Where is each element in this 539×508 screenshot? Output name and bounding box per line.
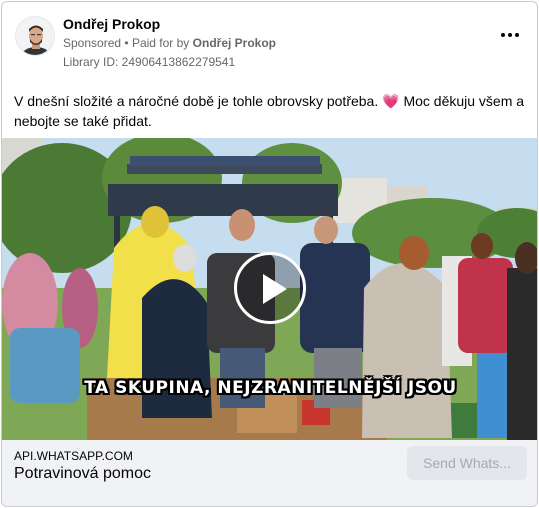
- library-id: Library ID: 24906413862279541: [63, 55, 236, 69]
- more-dot: [508, 33, 512, 37]
- paid-for-name[interactable]: Ondřej Prokop: [193, 36, 276, 50]
- post-text: V dnešní složité a náročné době je tohle…: [14, 91, 526, 131]
- video-thumbnail[interactable]: TA SKUPINA, NEJZRANITELNĚJŠÍ JSOU: [2, 138, 537, 440]
- author-avatar[interactable]: [15, 16, 55, 56]
- link-preview-footer[interactable]: API.WHATSAPP.COM Potravinová pomoc Send …: [2, 440, 537, 506]
- post-text-part-1: V dnešní složité a náročné době je tohle…: [14, 93, 379, 109]
- sponsored-post-card: Ondřej Prokop Sponsored • Paid for by On…: [1, 1, 538, 507]
- more-options-button[interactable]: [499, 30, 521, 40]
- video-caption: TA SKUPINA, NEJZRANITELNĚJŠÍ JSOU: [84, 378, 457, 398]
- link-title[interactable]: Potravinová pomoc: [14, 465, 151, 483]
- send-whatsapp-button[interactable]: Send Whats...: [407, 446, 527, 480]
- more-horizontal-icon: [501, 33, 505, 37]
- sponsored-label: Sponsored: [63, 36, 122, 50]
- paid-for-prefix: Paid for by: [131, 36, 190, 50]
- play-button[interactable]: [234, 252, 306, 324]
- sponsored-line: Sponsored • Paid for by Ondřej Prokop: [63, 36, 276, 50]
- author-name[interactable]: Ondřej Prokop: [63, 16, 160, 32]
- link-domain: API.WHATSAPP.COM: [14, 449, 133, 463]
- separator-dot: •: [124, 36, 129, 50]
- heart-emoji: 💗: [382, 93, 400, 109]
- more-dot: [515, 33, 519, 37]
